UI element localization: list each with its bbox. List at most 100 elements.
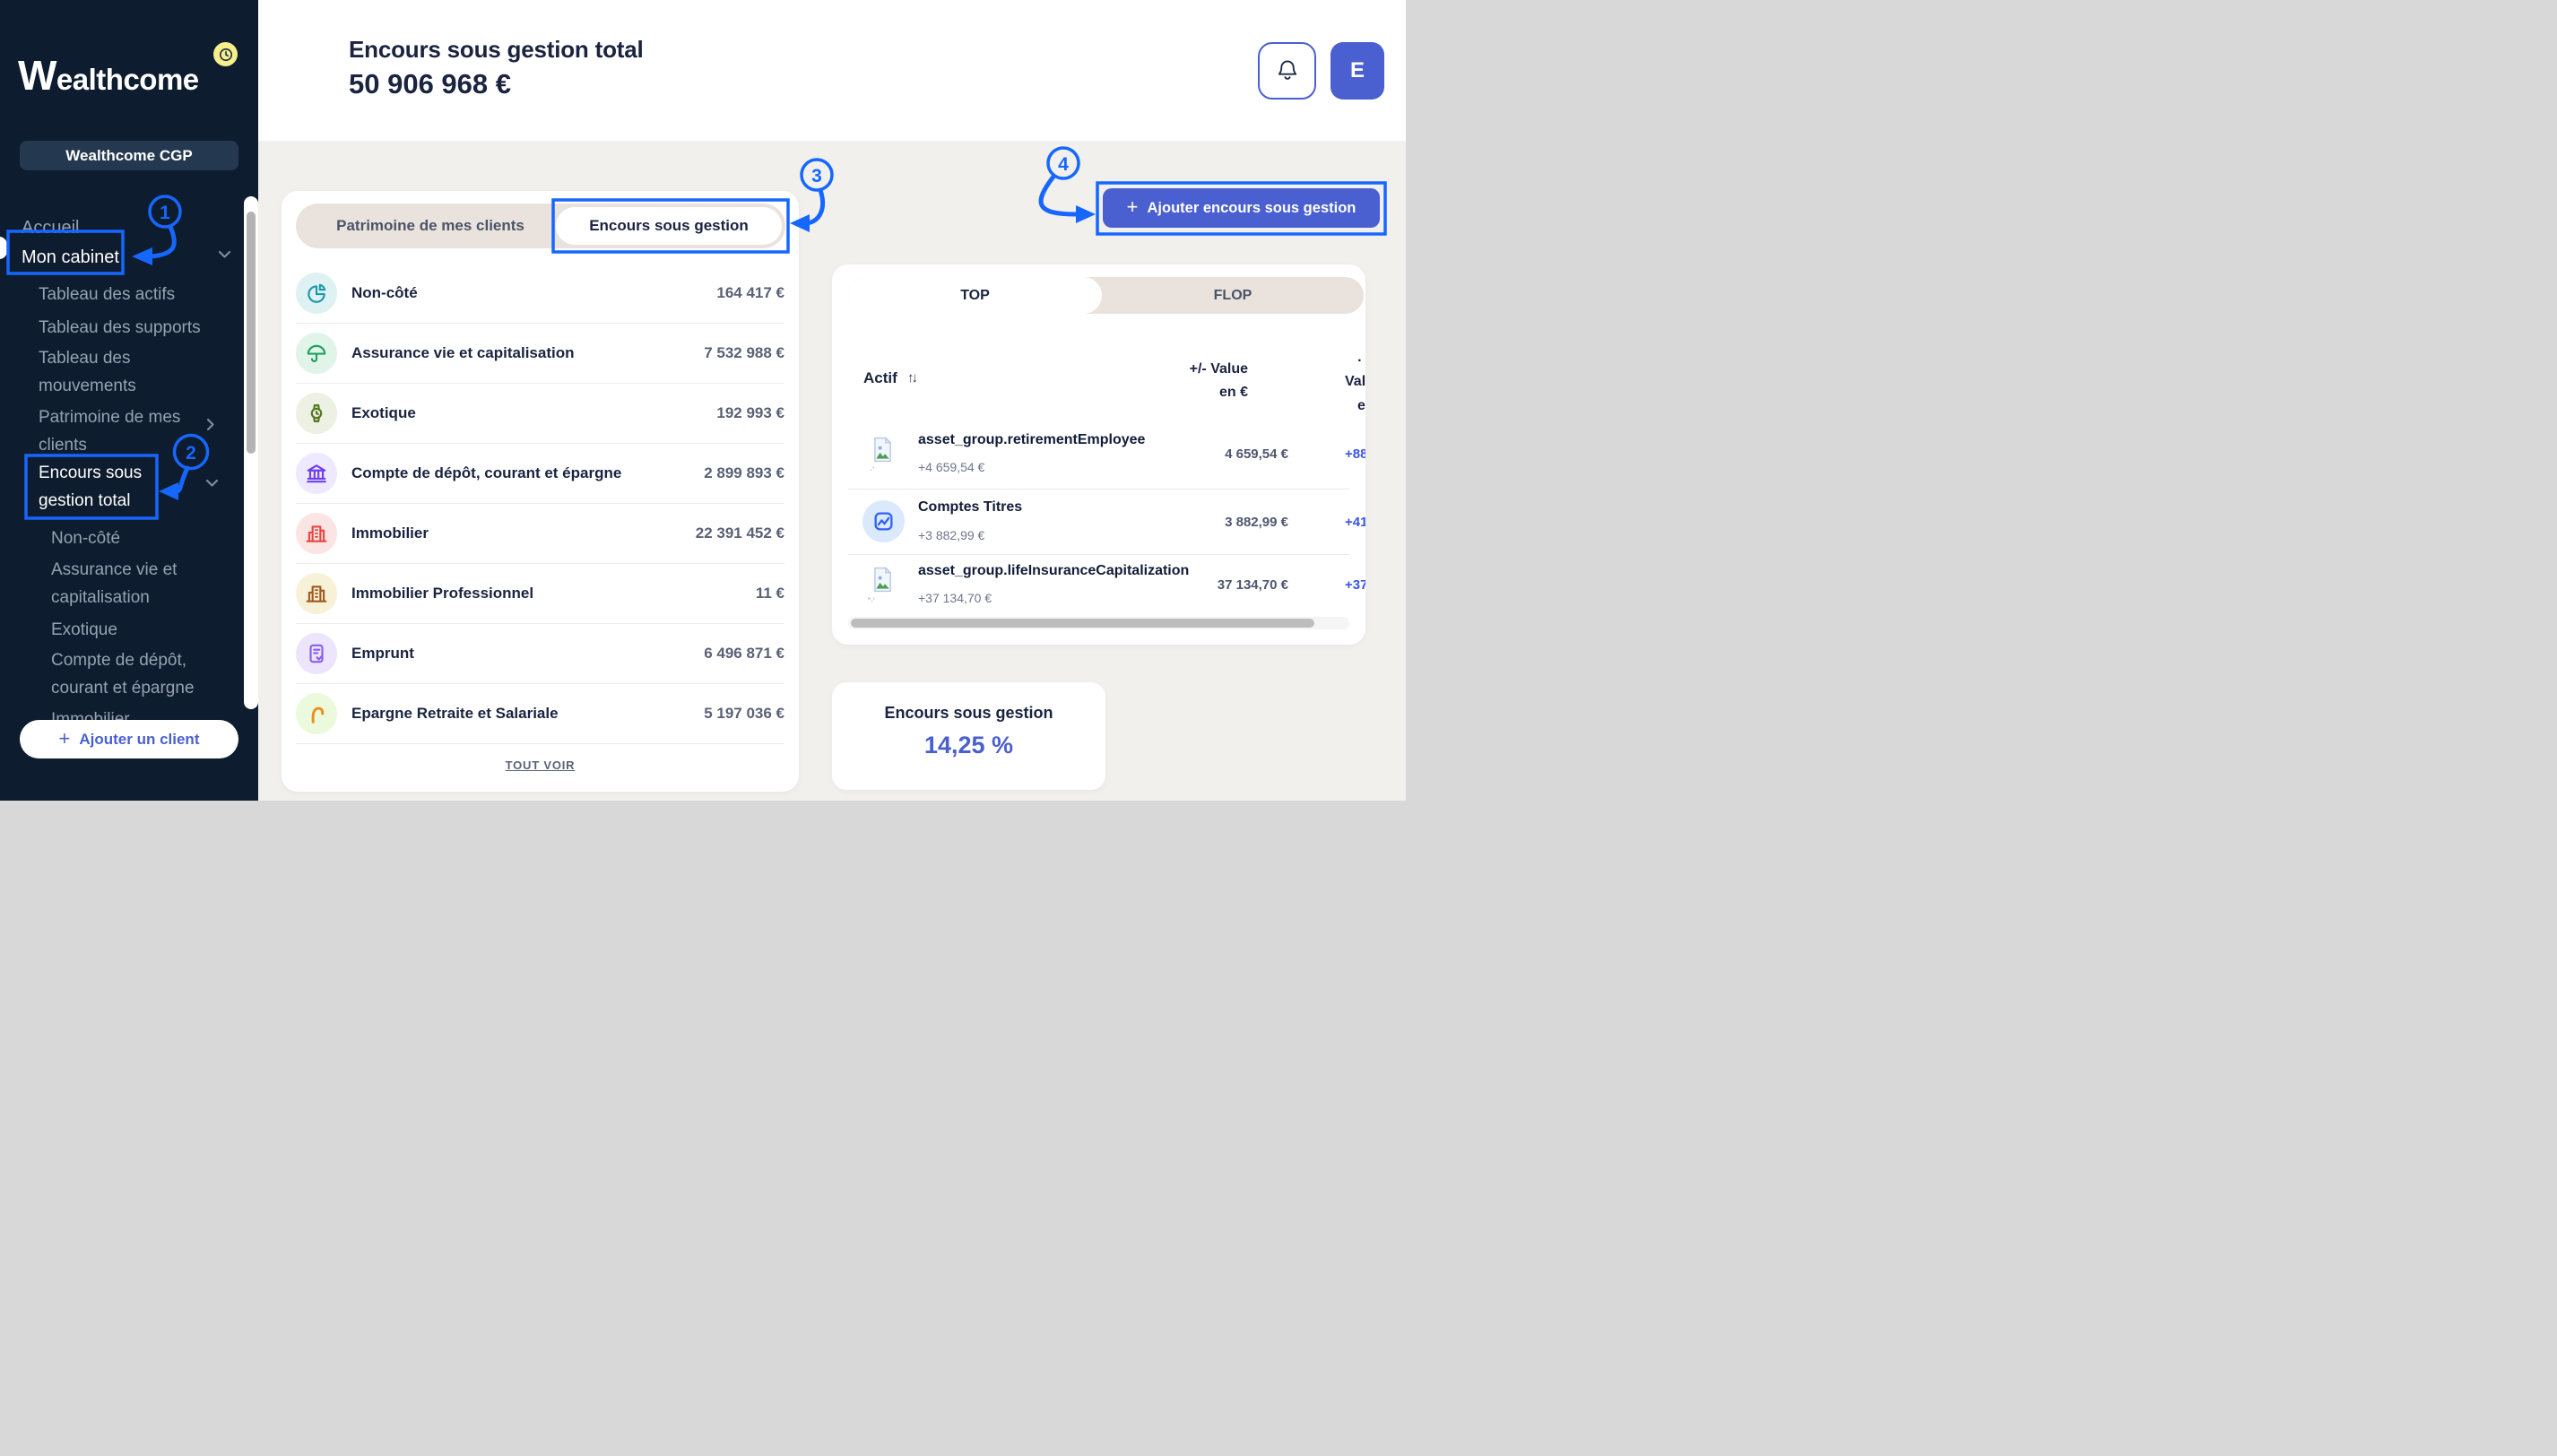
asset-label: Epargne Retraite et Salariale (351, 705, 704, 723)
cane-icon (296, 693, 337, 734)
asset-value: 11 € (756, 585, 784, 602)
sidebar-item-tableau-mouvements[interactable]: Tableau des mouvements (39, 344, 200, 400)
asset-row[interactable]: Epargne Retraite et Salariale 5 197 036 … (296, 683, 784, 743)
table-row[interactable]: “·‘ asset_group.lifeInsuranceCapitalizat… (832, 554, 1365, 620)
asset-label: Non-côté (351, 284, 716, 302)
annotation-circle-3 (802, 160, 832, 190)
tab-flop[interactable]: FLOP (1102, 277, 1364, 314)
broken-image-alt: ·’ (870, 465, 874, 474)
sidebar-scrollbar-track (244, 196, 258, 709)
pie-chart-icon (296, 273, 337, 314)
row-name: asset_group.retirementEmployee (918, 432, 1145, 448)
asset-value: 192 993 € (716, 404, 784, 422)
kpi-card: Encours sous gestion 14,25 % (832, 682, 1105, 790)
add-encours-label: Ajouter encours sous gestion (1147, 200, 1356, 217)
asset-label: Immobilier (351, 524, 696, 542)
asset-row[interactable]: Emprunt 6 496 871 € (296, 623, 784, 683)
column-header-actif[interactable]: Actif (863, 369, 897, 387)
asset-label: Compte de dépôt, courant et épargne (351, 464, 704, 482)
asset-label: Immobilier Professionnel (351, 585, 756, 602)
asset-value: 164 417 € (716, 284, 784, 302)
total-amount: 50 906 968 € (349, 68, 511, 100)
umbrella-icon (296, 333, 337, 374)
annotation-number-4: 4 (1058, 154, 1069, 175)
sidebar-item-assurance[interactable]: Assurance vie et capitalisation (51, 556, 199, 611)
asset-row[interactable]: Immobilier Professionnel 11 € (296, 563, 784, 623)
row-sub-value: +37 134,70 € (918, 591, 992, 605)
plus-icon: + (59, 729, 71, 749)
avatar[interactable]: E (1331, 42, 1384, 100)
horizontal-scrollbar-thumb[interactable] (851, 619, 1314, 628)
row-value-pct: +37 (1345, 577, 1365, 593)
annotation-number-3: 3 (811, 166, 822, 186)
sidebar-item-non-cote[interactable]: Non-côté (51, 524, 120, 552)
add-client-label: Ajouter un client (79, 731, 199, 749)
asset-label: Exotique (351, 404, 716, 422)
bank-icon (296, 453, 337, 494)
tab-patrimoine-clients[interactable]: Patrimoine de mes clients (296, 204, 565, 248)
sidebar-item-compte-depot[interactable]: Compte de dépôt, courant et épargne (51, 646, 221, 702)
sort-icon[interactable]: ↑↓ (907, 370, 915, 386)
sidebar-edge-handle[interactable] (0, 237, 7, 259)
sidebar-scrollbar-thumb[interactable] (247, 212, 256, 454)
notifications-button[interactable] (1258, 42, 1316, 100)
asset-row[interactable]: Exotique 192 993 € (296, 383, 784, 443)
row-value-pct: +41 (1345, 515, 1365, 530)
asset-label: Emprunt (351, 645, 704, 663)
sidebar-item-tableau-supports[interactable]: Tableau des supports (39, 314, 201, 342)
chevron-right-icon[interactable] (206, 418, 215, 436)
column-header-value-pct: . Val en (1345, 345, 1365, 418)
asset-value: 2 899 893 € (704, 464, 784, 482)
sidebar-item-mon-cabinet[interactable]: Mon cabinet (22, 244, 119, 272)
watch-icon (296, 393, 337, 434)
row-name: asset_group.lifeInsuranceCapitalization (918, 563, 1189, 579)
sidebar: Wealthcome Wealthcome CGP Accueil Mon ca… (0, 0, 258, 801)
asset-value: 7 532 988 € (704, 344, 784, 362)
assets-card: Patrimoine de mes clients Encours sous g… (282, 191, 799, 792)
tab-top[interactable]: TOP (848, 277, 1102, 314)
add-client-button[interactable]: + Ajouter un client (20, 720, 238, 758)
row-name: Comptes Titres (918, 499, 1022, 516)
row-value-pct: +88 (1345, 446, 1365, 462)
row-value-eur: 37 134,70 € (1218, 577, 1288, 593)
annotation-arrowhead-4 (1076, 205, 1096, 223)
see-all-link[interactable]: TOUT VOIR (282, 758, 799, 772)
kpi-label: Encours sous gestion (832, 704, 1105, 723)
kpi-value: 14,25 % (832, 732, 1105, 759)
asset-row[interactable]: Immobilier 22 391 452 € (296, 503, 784, 563)
sidebar-item-accueil[interactable]: Accueil (22, 214, 79, 242)
asset-label: Assurance vie et capitalisation (351, 344, 704, 362)
annotation-circle-4 (1048, 148, 1079, 178)
app-root: Wealthcome Wealthcome CGP Accueil Mon ca… (0, 0, 1406, 801)
header: Encours sous gestion total 50 906 968 € … (258, 0, 1406, 141)
clock-badge-icon (213, 42, 238, 66)
sidebar-item-patrimoine[interactable]: Patrimoine de mes clients (39, 403, 209, 459)
sidebar-item-exotique[interactable]: Exotique (51, 616, 117, 644)
row-sub-value: +3 882,99 € (918, 528, 984, 542)
asset-value: 6 496 871 € (704, 645, 784, 663)
broken-image-icon (872, 437, 893, 467)
sidebar-item-tableau-actifs[interactable]: Tableau des actifs (39, 281, 175, 308)
chevron-down-icon[interactable] (205, 476, 219, 492)
column-header-value-eur: +/- Value en € (1190, 358, 1248, 404)
plus-icon: + (1127, 197, 1139, 217)
broken-image-icon (872, 567, 893, 597)
table-row[interactable]: Comptes Titres +3 882,99 € 3 882,99 € +4… (832, 489, 1365, 554)
row-value-eur: 3 882,99 € (1225, 515, 1288, 530)
building-icon (296, 513, 337, 554)
annotation-arrow-4 (1041, 177, 1080, 214)
assets-tabbar: Patrimoine de mes clients Encours sous g… (296, 204, 785, 248)
asset-row[interactable]: Compte de dépôt, courant et épargne 2 89… (296, 443, 784, 503)
app-logo: Wealthcome (18, 50, 242, 105)
asset-value: 22 391 452 € (696, 524, 784, 542)
sidebar-item-encours-total[interactable]: Encours sous gestion total (39, 459, 160, 515)
tab-encours-sous-gestion[interactable]: Encours sous gestion (556, 207, 782, 245)
org-badge: Wealthcome CGP (20, 141, 238, 170)
bell-icon (1276, 58, 1299, 84)
asset-row[interactable]: Assurance vie et capitalisation 7 532 98… (296, 323, 784, 383)
table-row[interactable]: ·’ asset_group.retirementEmployee +4 659… (832, 418, 1365, 483)
add-encours-button[interactable]: + Ajouter encours sous gestion (1103, 188, 1380, 228)
top-flop-tabbar: TOP FLOP (848, 277, 1364, 314)
asset-row[interactable]: Non-côté 164 417 € (296, 263, 784, 323)
chevron-down-icon[interactable] (218, 247, 231, 264)
